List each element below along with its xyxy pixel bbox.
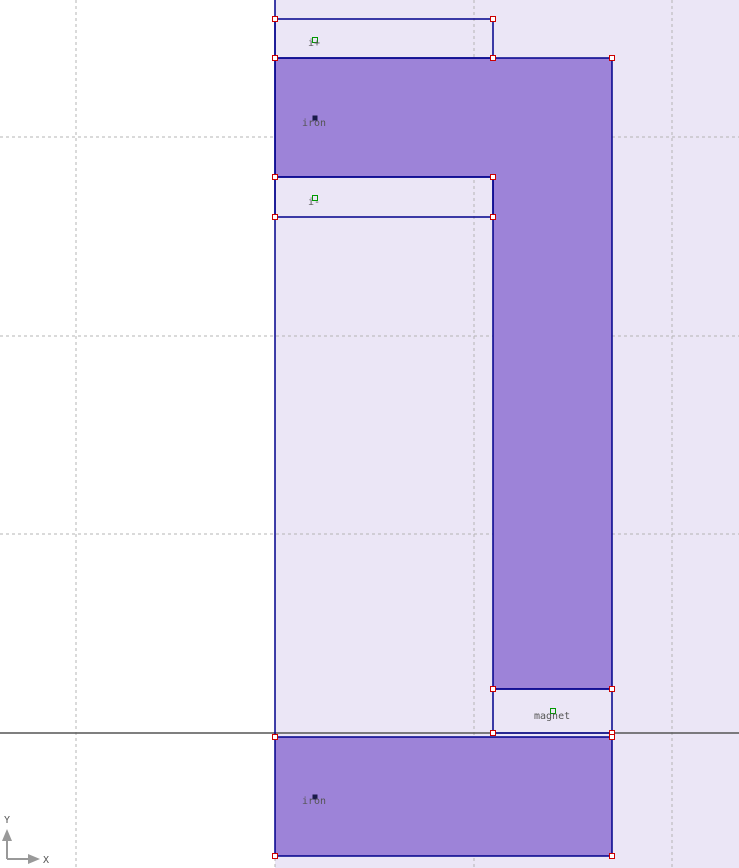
node[interactable] xyxy=(609,686,615,692)
node[interactable] xyxy=(272,734,278,740)
node[interactable] xyxy=(609,853,615,859)
node[interactable] xyxy=(490,16,496,22)
node[interactable] xyxy=(272,214,278,220)
iron-bottom-label: iron xyxy=(302,796,326,807)
iron-top-label: iron xyxy=(302,118,326,129)
drawing-canvas[interactable]: i+ iron i- magnet iron X Y xyxy=(0,0,739,868)
node[interactable] xyxy=(272,174,278,180)
node[interactable] xyxy=(490,55,496,61)
coil-minus-label: i- xyxy=(308,197,320,208)
coil-plus-label: i+ xyxy=(308,38,320,49)
y-axis-label: Y xyxy=(4,815,10,826)
node[interactable] xyxy=(272,16,278,22)
x-axis-label: X xyxy=(43,855,49,866)
node[interactable] xyxy=(490,174,496,180)
magnet-label: magnet xyxy=(534,711,570,722)
node[interactable] xyxy=(490,730,496,736)
node[interactable] xyxy=(272,55,278,61)
node[interactable] xyxy=(490,686,496,692)
xy-axis-indicator-icon xyxy=(2,829,40,864)
node[interactable] xyxy=(272,853,278,859)
node[interactable] xyxy=(609,55,615,61)
node[interactable] xyxy=(609,734,615,740)
node[interactable] xyxy=(490,214,496,220)
